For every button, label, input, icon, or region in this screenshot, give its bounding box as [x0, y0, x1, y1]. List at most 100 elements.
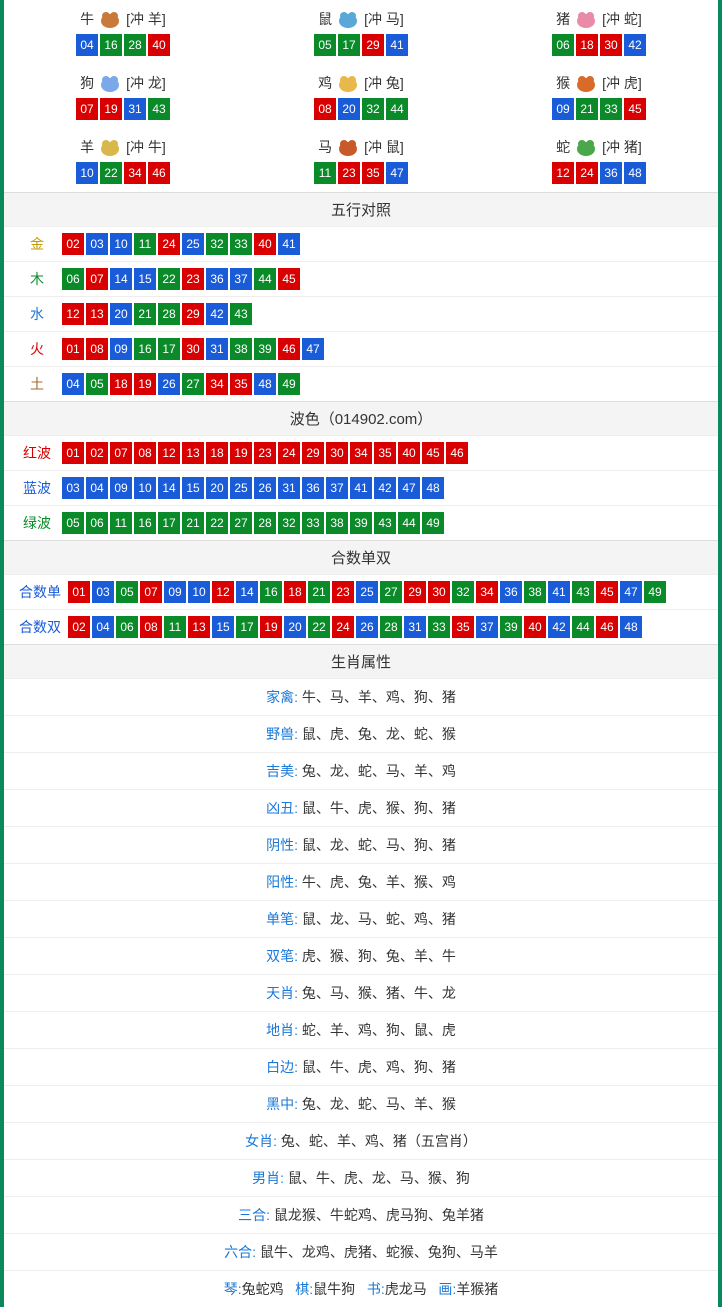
num-ball: 16 [100, 34, 122, 56]
attr-key: 地肖: [266, 1022, 298, 1038]
row-label: 红波 [12, 443, 62, 463]
num-ball: 42 [374, 477, 396, 499]
num-ball: 18 [110, 373, 132, 395]
num-ball: 39 [254, 338, 276, 360]
num-ball: 12 [158, 442, 180, 464]
zodiac-chong: [冲 牛] [126, 137, 166, 157]
zodiac-title: 狗[冲 龙] [4, 72, 242, 94]
num-ball: 01 [68, 581, 90, 603]
num-ball: 10 [76, 162, 98, 184]
num-ball: 48 [620, 616, 642, 638]
num-ball: 21 [134, 303, 156, 325]
num-ball: 08 [314, 98, 336, 120]
row-balls: 0102070812131819232429303435404546 [62, 442, 468, 464]
num-ball: 05 [116, 581, 138, 603]
attr-val: 鼠、虎、兔、龙、蛇、猴 [302, 726, 456, 742]
num-ball: 30 [182, 338, 204, 360]
num-ball: 05 [62, 512, 84, 534]
attr-val: 鼠、牛、虎、龙、马、猴、狗 [288, 1170, 470, 1186]
attr-row: 地肖: 蛇、羊、鸡、狗、鼠、虎 [4, 1011, 718, 1048]
num-ball: 24 [332, 616, 354, 638]
zodiac-balls: 04162840 [4, 34, 242, 56]
num-ball: 31 [404, 616, 426, 638]
zodiac-balls: 06183042 [480, 34, 718, 56]
num-ball: 05 [86, 373, 108, 395]
num-ball: 12 [62, 303, 84, 325]
zodiac-chong: [冲 蛇] [602, 9, 642, 29]
data-row: 合数双 020406081113151719202224262831333537… [4, 609, 718, 644]
num-ball: 01 [62, 442, 84, 464]
row-label: 火 [12, 339, 62, 359]
attr-key: 男肖: [252, 1170, 284, 1186]
num-ball: 23 [254, 442, 276, 464]
zodiac-title: 猪[冲 蛇] [480, 8, 718, 30]
num-ball: 27 [380, 581, 402, 603]
data-row: 水 1213202128294243 [4, 296, 718, 331]
num-ball: 45 [596, 581, 618, 603]
num-ball: 17 [236, 616, 258, 638]
num-ball: 36 [206, 268, 228, 290]
num-ball: 49 [422, 512, 444, 534]
num-ball: 19 [134, 373, 156, 395]
num-ball: 32 [206, 233, 228, 255]
row-balls: 02031011242532334041 [62, 233, 300, 255]
attr-val: 鼠、龙、马、蛇、鸡、猪 [302, 911, 456, 927]
zodiac-name: 牛 [80, 9, 94, 29]
zodiac-cell: 马[冲 鼠] 11233547 [242, 136, 480, 184]
num-ball: 43 [572, 581, 594, 603]
num-ball: 45 [624, 98, 646, 120]
num-ball: 31 [278, 477, 300, 499]
row-balls: 04051819262734354849 [62, 373, 300, 395]
zodiac-title: 鼠[冲 马] [242, 8, 480, 30]
zodiac-chong: [冲 鼠] [364, 137, 404, 157]
num-ball: 16 [134, 512, 156, 534]
attr-key: 黑中: [266, 1096, 298, 1112]
num-ball: 06 [552, 34, 574, 56]
zodiac-grid: 牛[冲 羊] 04162840 鼠[冲 马] 05172941 猪[冲 蛇] 0… [4, 0, 718, 192]
zodiac-icon [334, 8, 362, 30]
zodiac-icon [96, 8, 124, 30]
num-ball: 23 [332, 581, 354, 603]
num-ball: 43 [148, 98, 170, 120]
num-ball: 26 [254, 477, 276, 499]
zodiac-chong: [冲 兔] [364, 73, 404, 93]
num-ball: 32 [278, 512, 300, 534]
num-ball: 28 [380, 616, 402, 638]
attr-val: 兔、蛇、羊、鸡、猪（五宫肖） [281, 1133, 477, 1149]
zodiac-title: 猴[冲 虎] [480, 72, 718, 94]
attr-key: 双笔: [266, 948, 298, 964]
zodiac-name: 狗 [80, 73, 94, 93]
num-ball: 41 [548, 581, 570, 603]
num-ball: 07 [140, 581, 162, 603]
attr-row: 男肖: 鼠、牛、虎、龙、马、猴、狗 [4, 1159, 718, 1196]
num-ball: 47 [386, 162, 408, 184]
num-ball: 21 [308, 581, 330, 603]
attr-val: 鼠龙猴、牛蛇鸡、虎马狗、兔羊猪 [274, 1207, 484, 1223]
num-ball: 02 [86, 442, 108, 464]
num-ball: 29 [362, 34, 384, 56]
num-ball: 11 [134, 233, 156, 255]
zodiac-title: 鸡[冲 兔] [242, 72, 480, 94]
num-ball: 03 [92, 581, 114, 603]
num-ball: 27 [182, 373, 204, 395]
attr-val: 鼠、牛、虎、鸡、狗、猪 [302, 1059, 456, 1075]
num-ball: 30 [326, 442, 348, 464]
attr-key: 阴性: [266, 837, 298, 853]
num-ball: 47 [398, 477, 420, 499]
num-ball: 21 [182, 512, 204, 534]
zodiac-balls: 08203244 [242, 98, 480, 120]
num-ball: 11 [164, 616, 186, 638]
zodiac-cell: 牛[冲 羊] 04162840 [4, 8, 242, 56]
num-ball: 11 [314, 162, 336, 184]
num-ball: 13 [188, 616, 210, 638]
num-ball: 44 [572, 616, 594, 638]
num-ball: 34 [206, 373, 228, 395]
row-balls: 05061116172122272832333839434449 [62, 512, 444, 534]
row-balls: 0103050709101214161821232527293032343638… [68, 581, 666, 603]
num-ball: 03 [86, 233, 108, 255]
row-label: 水 [12, 304, 62, 324]
num-ball: 18 [284, 581, 306, 603]
num-ball: 02 [62, 233, 84, 255]
attr-key: 三合: [238, 1207, 270, 1223]
row-balls: 1213202128294243 [62, 303, 252, 325]
